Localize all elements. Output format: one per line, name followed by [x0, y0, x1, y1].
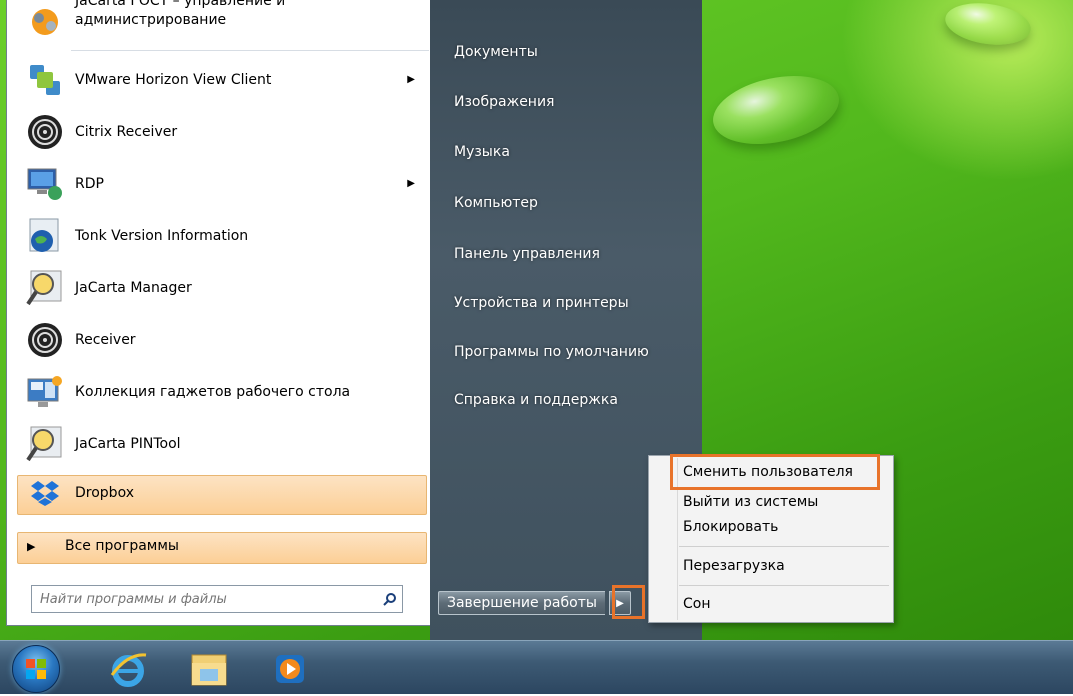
taskbar	[0, 640, 1073, 694]
gadgets-icon	[23, 370, 67, 414]
vmware-icon	[23, 58, 67, 102]
program-item-jacarta-gost[interactable]: JaCarta ГОСТ – управление и администриро…	[17, 0, 429, 50]
program-label-line2: администрирование	[75, 12, 227, 28]
program-label: RDP	[75, 176, 104, 192]
search-icon[interactable]	[378, 592, 402, 606]
dropbox-icon	[23, 471, 67, 515]
menu-item-log-off[interactable]: Выйти из системы	[683, 494, 818, 510]
program-label: Dropbox	[75, 485, 134, 501]
menu-item-lock[interactable]: Блокировать	[683, 519, 778, 535]
water-drop	[706, 65, 846, 155]
place-control-panel[interactable]: Панель управления	[454, 246, 600, 262]
program-item-gadgets[interactable]: Коллекция гаджетов рабочего стола	[17, 366, 429, 418]
place-default-programs[interactable]: Программы по умолчанию	[454, 344, 649, 360]
start-button[interactable]	[12, 645, 60, 693]
program-label: VMware Horizon View Client	[75, 72, 272, 88]
program-label: JaCarta ГОСТ – управление и администриро…	[75, 0, 285, 30]
file-explorer-icon[interactable]	[188, 649, 228, 689]
program-item-rdp[interactable]: RDP ▶	[17, 158, 429, 210]
rdp-icon	[23, 162, 67, 206]
search-box[interactable]	[31, 585, 403, 613]
magnifier-icon	[23, 266, 67, 310]
receiver-icon	[23, 318, 67, 362]
shutdown-group: Завершение работы ▶	[438, 591, 631, 615]
menu-item-sleep[interactable]: Сон	[683, 596, 711, 612]
globe-icon	[23, 214, 67, 258]
triangle-right-icon: ▶	[27, 539, 36, 553]
all-programs-button[interactable]: ▶ Все программы	[17, 531, 429, 561]
menu-separator	[679, 546, 889, 547]
programs-pane: JaCarta ГОСТ – управление и администриро…	[6, 0, 432, 626]
place-devices-printers[interactable]: Устройства и принтеры	[454, 295, 629, 311]
program-item-jacarta-pintool[interactable]: JaCarta PINTool	[17, 418, 429, 470]
program-item-tonk[interactable]: Tonk Version Information	[17, 210, 429, 262]
program-item-vmware[interactable]: VMware Horizon View Client ▶	[17, 54, 429, 106]
program-label: Коллекция гаджетов рабочего стола	[75, 384, 351, 400]
place-documents[interactable]: Документы	[454, 44, 538, 60]
program-label: Receiver	[75, 332, 136, 348]
search-input[interactable]	[32, 588, 378, 610]
divider	[71, 50, 429, 51]
magnifier-icon	[23, 422, 67, 466]
place-help-support[interactable]: Справка и поддержка	[454, 392, 618, 408]
submenu-arrow-icon: ▶	[407, 178, 415, 189]
program-label: Citrix Receiver	[75, 124, 178, 140]
program-label: JaCarta Manager	[75, 280, 192, 296]
highlight-frame	[670, 454, 880, 490]
program-list: JaCarta ГОСТ – управление и администриро…	[17, 0, 429, 561]
program-item-dropbox[interactable]: Dropbox	[17, 472, 429, 514]
program-item-jacarta-manager[interactable]: JaCarta Manager	[17, 262, 429, 314]
all-programs-label: Все программы	[65, 538, 179, 554]
start-menu: JaCarta ГОСТ – управление и администриро…	[0, 0, 702, 640]
internet-explorer-icon[interactable]	[108, 649, 148, 689]
program-item-receiver[interactable]: Receiver	[17, 314, 429, 366]
highlight-frame	[612, 585, 645, 619]
menu-separator	[679, 585, 889, 586]
program-label-line1: JaCarta ГОСТ – управление и	[75, 0, 286, 9]
media-player-icon[interactable]	[270, 649, 310, 689]
jacarta-gost-icon	[23, 0, 67, 44]
program-label: JaCarta PINTool	[75, 436, 181, 452]
shutdown-button[interactable]: Завершение работы	[438, 591, 605, 615]
water-drop	[942, 0, 1034, 50]
place-computer[interactable]: Компьютер	[454, 195, 538, 211]
program-label: Tonk Version Information	[75, 228, 249, 244]
program-item-citrix[interactable]: Citrix Receiver	[17, 106, 429, 158]
place-music[interactable]: Музыка	[454, 144, 510, 160]
menu-item-restart[interactable]: Перезагрузка	[683, 558, 785, 574]
citrix-receiver-icon	[23, 110, 67, 154]
place-pictures[interactable]: Изображения	[454, 94, 554, 110]
submenu-arrow-icon: ▶	[407, 74, 415, 85]
windows-logo-icon	[26, 659, 46, 679]
